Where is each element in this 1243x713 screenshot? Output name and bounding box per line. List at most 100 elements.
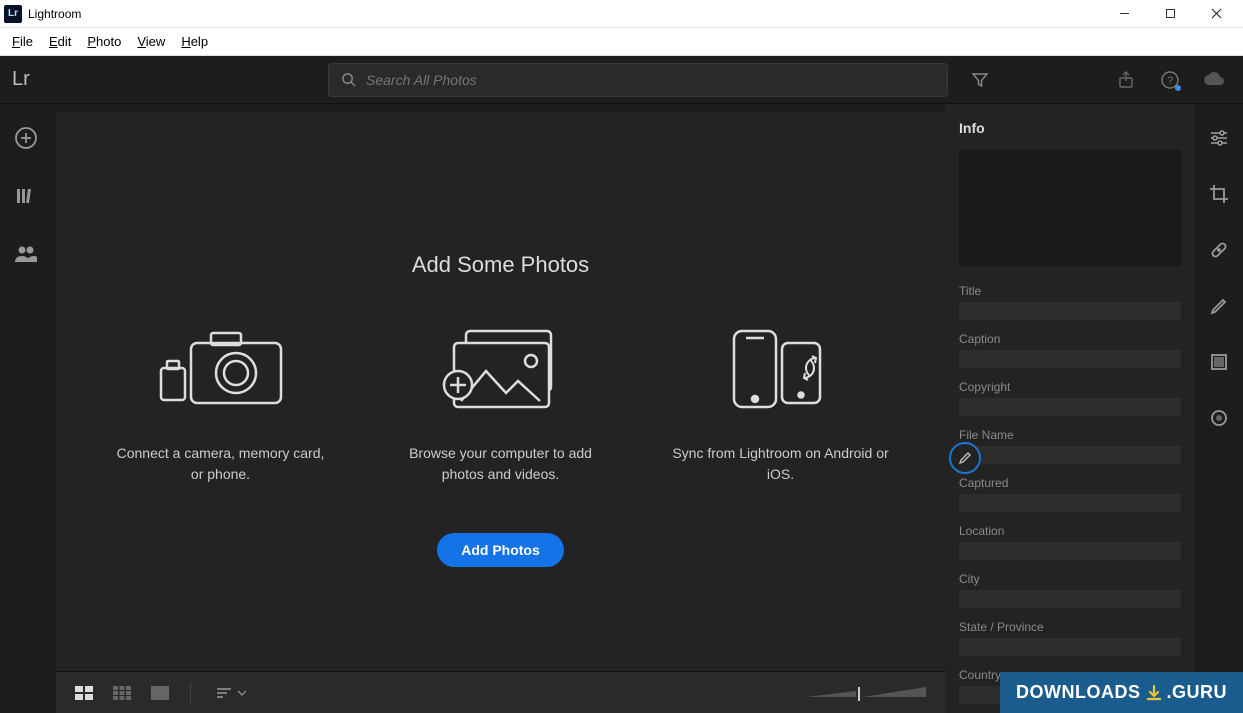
info-field-file-name: File Name [959, 428, 1181, 464]
people-icon [14, 244, 38, 264]
cloud-sync-button[interactable] [1197, 63, 1231, 97]
field-label: Title [959, 284, 1181, 298]
field-label: File Name [959, 428, 1181, 442]
close-button[interactable] [1193, 0, 1239, 28]
divider [190, 683, 191, 703]
bandage-icon [1209, 240, 1229, 260]
card-browse-computer: Browse your computer to add photos and v… [391, 318, 611, 485]
field-label: Copyright [959, 380, 1181, 394]
single-view-button[interactable] [146, 682, 174, 704]
pencil-icon [958, 451, 972, 465]
page-title: Add Some Photos [412, 252, 589, 278]
field-input[interactable] [959, 542, 1181, 560]
field-input[interactable] [959, 350, 1181, 368]
field-input[interactable] [959, 590, 1181, 608]
radial-gradient-button[interactable] [1205, 404, 1233, 432]
field-input[interactable] [959, 638, 1181, 656]
window-title: Lightroom [28, 7, 1101, 21]
search-input[interactable] [366, 72, 935, 88]
grid-large-icon [75, 686, 93, 700]
card-sync-mobile: Sync from Lightroom on Android or iOS. [671, 318, 891, 485]
add-photos-button[interactable]: Add Photos [437, 533, 564, 567]
menu-help[interactable]: Help [173, 31, 216, 52]
info-field-title: Title [959, 284, 1181, 320]
mobile-sync-icon [716, 318, 846, 418]
menu-photo[interactable]: Photo [79, 31, 129, 52]
app-icon: Lr [4, 5, 22, 23]
field-label: State / Province [959, 620, 1181, 634]
minimize-button[interactable] [1101, 0, 1147, 28]
card-text: Sync from Lightroom on Android or iOS. [671, 443, 891, 485]
menu-file[interactable]: File [4, 31, 41, 52]
right-rail [1195, 104, 1243, 713]
grid-view-button[interactable] [70, 682, 98, 704]
field-label: Caption [959, 332, 1181, 346]
field-input[interactable] [959, 398, 1181, 416]
search-icon [341, 72, 356, 87]
info-thumbnail [959, 150, 1181, 266]
library-button[interactable] [12, 182, 40, 210]
onboarding-cards: Connect a camera, memory card, or phone. [111, 318, 891, 485]
edit-metadata-button[interactable] [949, 442, 981, 474]
center-area: Add Some Photos Connect a c [56, 112, 945, 713]
camera-device-icon [151, 318, 291, 418]
maximize-button[interactable] [1147, 0, 1193, 28]
field-input[interactable] [959, 494, 1181, 512]
info-field-state-province: State / Province [959, 620, 1181, 656]
search-box[interactable] [328, 63, 948, 97]
chevron-down-icon [237, 689, 247, 697]
help-button[interactable]: ? [1153, 63, 1187, 97]
info-field-captured: Captured [959, 476, 1181, 512]
crop-icon [1209, 184, 1229, 204]
menu-view[interactable]: View [129, 31, 173, 52]
single-icon [151, 686, 169, 700]
crop-button[interactable] [1205, 180, 1233, 208]
plus-circle-icon [14, 126, 38, 150]
share-button[interactable] [1109, 63, 1143, 97]
linear-gradient-button[interactable] [1205, 348, 1233, 376]
cloud-icon [1202, 71, 1226, 89]
field-input[interactable] [959, 446, 1181, 464]
filter-button[interactable] [966, 66, 994, 94]
notification-dot [1175, 85, 1181, 91]
menu-edit[interactable]: Edit [41, 31, 79, 52]
info-field-location: Location [959, 524, 1181, 560]
add-button[interactable] [12, 124, 40, 152]
info-panel: Info Title Caption Copyright File Name Captu… [945, 104, 1195, 713]
menu-bar: File Edit Photo View Help [0, 28, 1243, 56]
field-input[interactable] [959, 302, 1181, 320]
people-button[interactable] [12, 240, 40, 268]
grid-small-view-button[interactable] [108, 682, 136, 704]
watermark-text-right: .GURU [1167, 682, 1228, 703]
zoom-slider[interactable] [801, 683, 931, 703]
square-icon [1210, 353, 1228, 371]
share-icon [1117, 71, 1135, 89]
info-panel-title: Info [959, 120, 1181, 136]
healing-button[interactable] [1205, 236, 1233, 264]
lightroom-logo: Lr [12, 68, 48, 91]
svg-text:?: ? [1167, 75, 1173, 87]
field-label: Captured [959, 476, 1181, 490]
info-field-city: City [959, 572, 1181, 608]
grid-small-icon [113, 686, 131, 700]
sliders-icon [1209, 129, 1229, 147]
title-bar: Lr Lightroom [0, 0, 1243, 28]
funnel-icon [971, 71, 989, 89]
brush-button[interactable] [1205, 292, 1233, 320]
card-connect-device: Connect a camera, memory card, or phone. [111, 318, 331, 485]
field-label: Location [959, 524, 1181, 538]
brush-icon [1209, 296, 1229, 316]
download-icon [1145, 684, 1163, 702]
info-field-copyright: Copyright [959, 380, 1181, 416]
sort-icon [215, 686, 233, 700]
slider-icon [801, 683, 931, 703]
circle-icon [1210, 409, 1228, 427]
sort-button[interactable] [215, 686, 255, 700]
app-header: Lr ? [0, 56, 1243, 104]
watermark-text-left: DOWNLOADS [1016, 682, 1141, 703]
bottom-toolbar [56, 671, 945, 713]
library-icon [15, 186, 37, 206]
card-text: Connect a camera, memory card, or phone. [111, 443, 331, 485]
field-label: City [959, 572, 1181, 586]
edit-sliders-button[interactable] [1205, 124, 1233, 152]
